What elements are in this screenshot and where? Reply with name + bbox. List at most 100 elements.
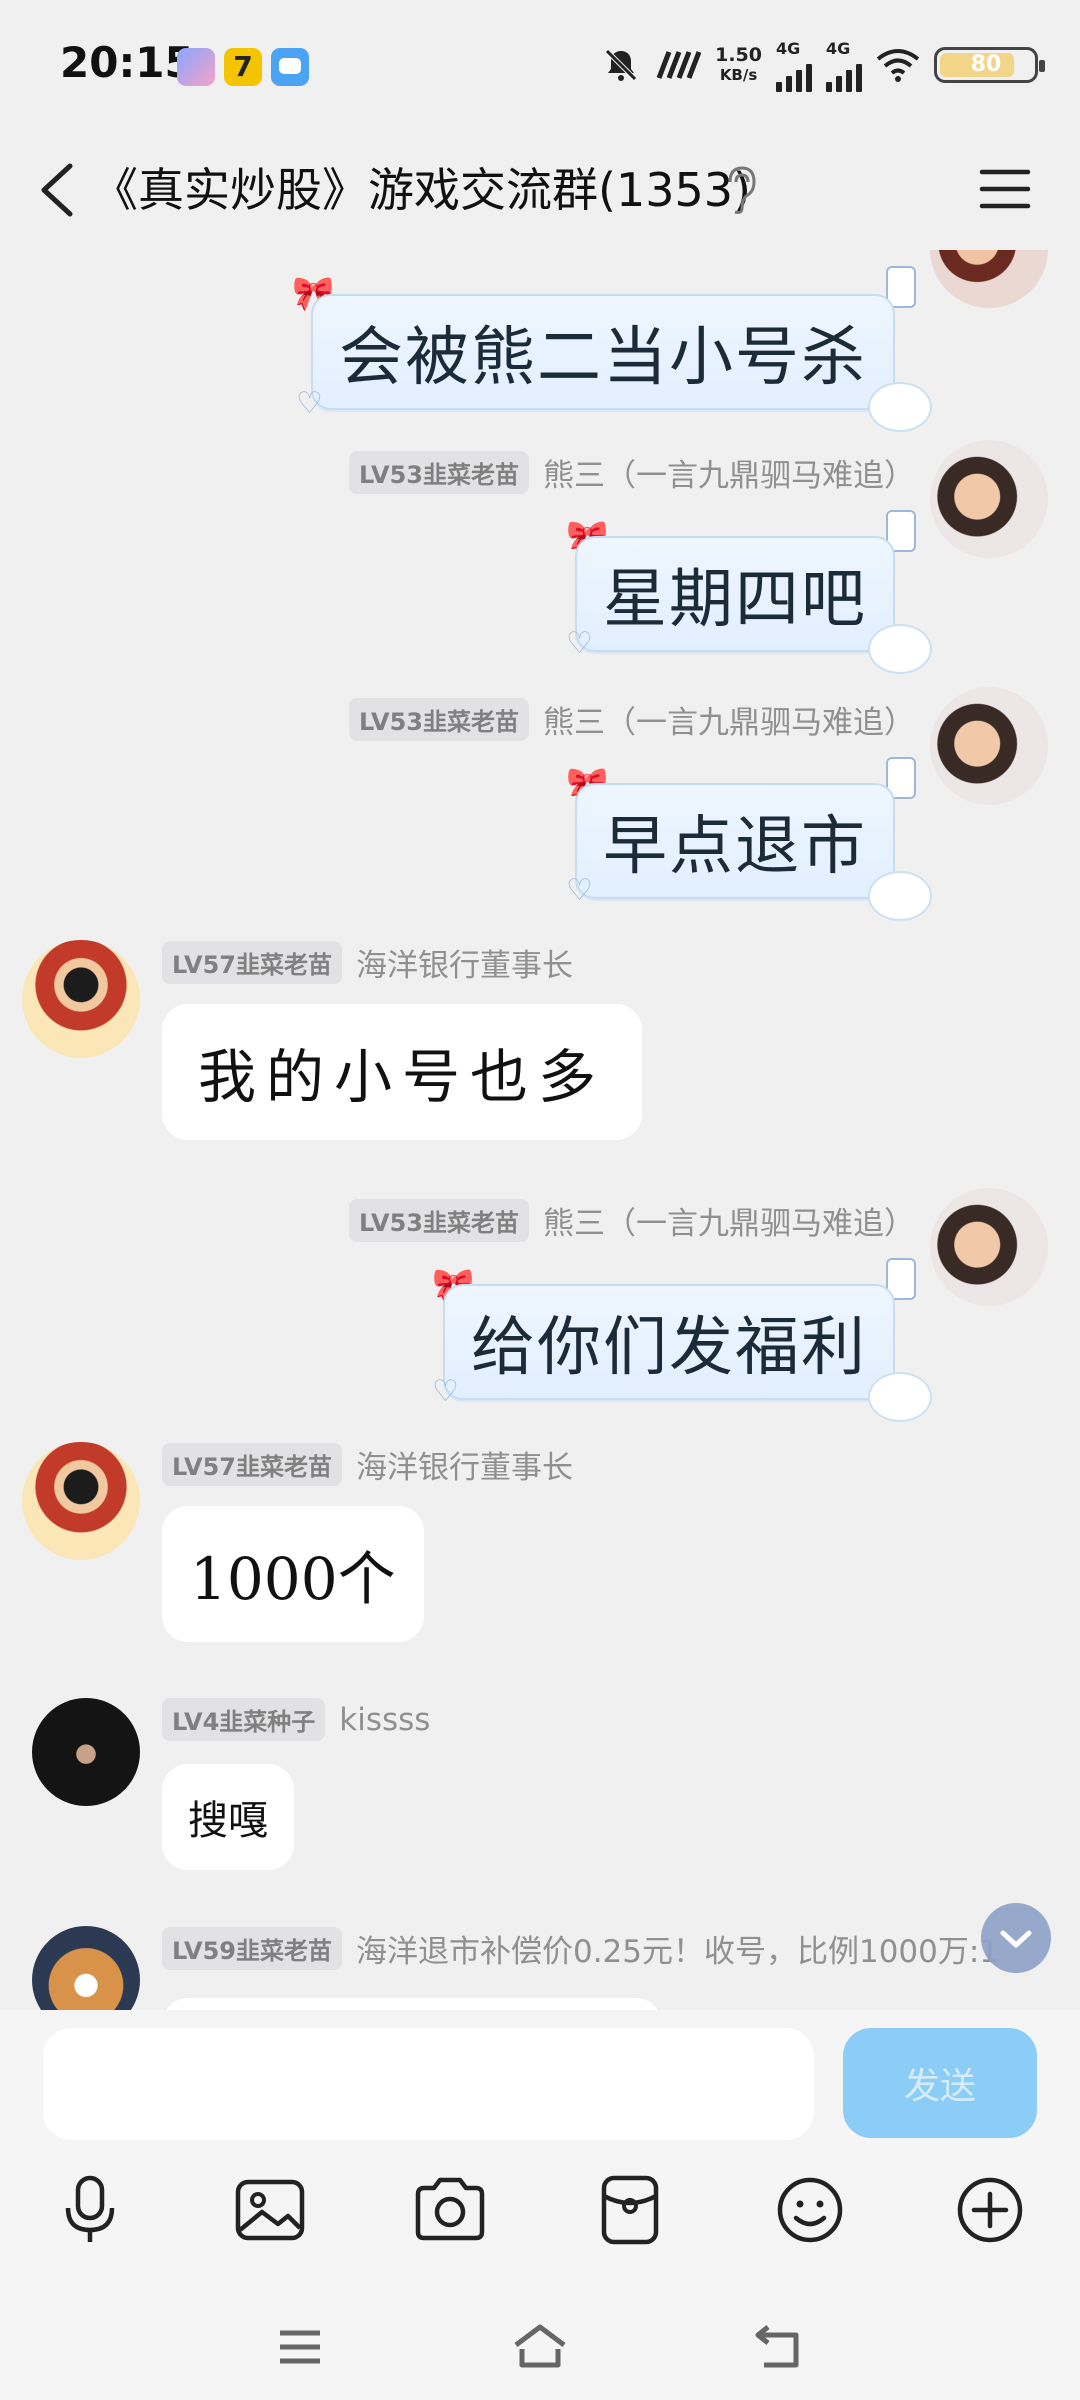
- menu-nav-button[interactable]: [268, 2315, 332, 2379]
- message-row: LV4韭菜种子 kissss 搜嘎: [0, 1698, 1080, 1898]
- level-badge: LV53韭菜老苗: [349, 1199, 529, 1242]
- level-badge: LV59韭菜老苗: [162, 1927, 342, 1970]
- level-badge: LV53韭菜老苗: [349, 451, 529, 494]
- plus-icon: [957, 2177, 1023, 2243]
- message-meta: LV4韭菜种子 kissss: [162, 1698, 430, 1741]
- app-icon-anime: [177, 48, 215, 86]
- sender-name[interactable]: 海洋退市补偿价0.25元！收号，比例1000万:1: [356, 1926, 999, 1971]
- net-speed-value: 1.50: [715, 44, 762, 66]
- image-button[interactable]: [230, 2170, 310, 2250]
- send-button[interactable]: 发送: [843, 2028, 1037, 2138]
- signal-2: 4G: [826, 39, 862, 92]
- message-meta: LV57韭菜老苗 海洋银行董事长: [162, 1442, 573, 1487]
- emoji-button[interactable]: [770, 2170, 850, 2250]
- message-meta: LV53韭菜老苗 熊三（一言九鼎驷马难追）: [349, 697, 915, 742]
- heart-decoration-icon: ♡: [296, 386, 323, 421]
- message-meta: LV53韭菜老苗 熊三（一言九鼎驷马难追）: [349, 1198, 915, 1243]
- scroll-to-bottom-button[interactable]: [981, 1903, 1051, 1973]
- sender-name[interactable]: 熊三（一言九鼎驷马难追）: [543, 1198, 915, 1243]
- avatar[interactable]: [930, 1188, 1048, 1306]
- avatar[interactable]: [930, 250, 1048, 308]
- sender-name[interactable]: 海洋银行董事长: [356, 940, 573, 985]
- image-icon: [235, 2179, 305, 2241]
- sender-name[interactable]: 海洋银行董事长: [356, 1442, 573, 1487]
- message-row: LV53韭菜老苗 熊三（一言九鼎驷马难追） 🎀 给你们发福利 ♡: [0, 1188, 1080, 1438]
- message-meta: LV53韭菜老苗 熊三（一言九鼎驷马难追）: [349, 450, 915, 495]
- level-badge: LV57韭菜老苗: [162, 941, 342, 984]
- app-icon-7: 7: [224, 48, 262, 86]
- level-badge: LV4韭菜种子: [162, 1698, 326, 1741]
- back-button[interactable]: [30, 152, 90, 228]
- message-meta: LV59韭菜老苗 海洋退市补偿价0.25元！收号，比例1000万:1: [162, 1926, 999, 1971]
- signal-2-label: 4G: [826, 38, 851, 58]
- menu-nav-icon: [280, 2330, 320, 2364]
- signal-bars-icon: [776, 58, 812, 92]
- status-bar: 20:15 7 1.50 KB/s 4G 4G 80: [0, 0, 1080, 130]
- sender-name[interactable]: kissss: [339, 1702, 430, 1738]
- cloud-decoration-icon: [868, 1372, 932, 1422]
- heart-decoration-icon: ♡: [566, 873, 593, 908]
- message-bubble[interactable]: 会被熊二当小号杀: [311, 294, 895, 410]
- red-packet-icon: [601, 2175, 659, 2245]
- net-speed-unit: KB/s: [719, 66, 758, 84]
- avatar[interactable]: [32, 1698, 140, 1806]
- wifi-icon: [876, 49, 920, 82]
- group-title[interactable]: 《真实炒股》游戏交流群(1353): [92, 154, 751, 220]
- mute-bell-icon: [605, 49, 637, 81]
- home-button[interactable]: [508, 2315, 572, 2379]
- message-input[interactable]: [43, 2028, 814, 2140]
- message-bubble[interactable]: 搜嘎: [162, 1764, 294, 1870]
- hd-icon: [656, 51, 702, 79]
- system-nav-bar: [0, 2295, 1080, 2400]
- chevron-down-icon: [1000, 1930, 1032, 1948]
- message-bubble[interactable]: 1000个: [162, 1506, 424, 1642]
- message-row: LV57韭菜老苗 海洋银行董事长 我的小号也多: [0, 940, 1080, 1150]
- message-row: 🎀 会被熊二当小号杀 ♡: [0, 250, 1080, 432]
- message-list[interactable]: 🎀 会被熊二当小号杀 ♡ LV53韭菜老苗 熊三（一言九鼎驷马难追） 🎀 星期四…: [0, 250, 1080, 2010]
- status-time: 20:15: [60, 38, 194, 87]
- avatar[interactable]: [930, 440, 1048, 558]
- camera-icon: [415, 2177, 485, 2241]
- avatar[interactable]: [32, 1926, 140, 2010]
- cloud-decoration-icon: [868, 624, 932, 674]
- message-bubble[interactable]: 我的小号也多: [162, 1004, 643, 1140]
- avatar[interactable]: [930, 687, 1048, 805]
- message-bubble[interactable]: 星期四吧: [575, 536, 895, 652]
- cloud-decoration-icon: [868, 382, 932, 432]
- message-meta: LV57韭菜老苗 海洋银行董事长: [162, 940, 573, 985]
- microphone-button[interactable]: [50, 2170, 130, 2250]
- microphone-icon: [65, 2175, 115, 2242]
- avatar[interactable]: [22, 940, 140, 1058]
- camera-button[interactable]: [410, 2170, 490, 2250]
- chat-header: 《真实炒股》游戏交流群(1353): [0, 130, 1080, 250]
- message-bubble[interactable]: [162, 1998, 662, 2010]
- avatar[interactable]: [22, 1442, 140, 1560]
- message-bubble[interactable]: 给你们发福利: [443, 1284, 895, 1400]
- message-row: LV57韭菜老苗 海洋银行董事长 1000个: [0, 1442, 1080, 1652]
- chevron-left-icon: [41, 163, 73, 217]
- sender-name[interactable]: 熊三（一言九鼎驷马难追）: [543, 697, 915, 742]
- message-row: LV53韭菜老苗 熊三（一言九鼎驷马难追） 🎀 早点退市 ♡: [0, 687, 1080, 937]
- emoji-icon: [777, 2177, 843, 2243]
- home-icon: [514, 2324, 566, 2368]
- battery-level: 80: [970, 52, 1002, 77]
- back-nav-button[interactable]: [748, 2315, 812, 2379]
- sender-name[interactable]: 熊三（一言九鼎驷马难追）: [543, 450, 915, 495]
- signal-bars-icon: [826, 58, 862, 92]
- menu-icon: [979, 169, 1031, 209]
- message-bubble[interactable]: 早点退市: [575, 783, 895, 899]
- message-row: LV53韭菜老苗 熊三（一言九鼎驷马难追） 🎀 星期四吧 ♡: [0, 440, 1080, 690]
- back-nav-icon: [755, 2325, 799, 2368]
- menu-button[interactable]: [972, 156, 1038, 222]
- level-badge: LV57韭菜老苗: [162, 1443, 342, 1486]
- net-speed: 1.50 KB/s: [715, 45, 762, 85]
- status-right: 1.50 KB/s 4G 4G 80: [601, 39, 1045, 92]
- cloud-decoration-icon: [868, 871, 932, 921]
- message-row: LV59韭菜老苗 海洋退市补偿价0.25元！收号，比例1000万:1: [0, 1926, 1080, 2010]
- heart-decoration-icon: ♡: [432, 1374, 459, 1409]
- app-icon-chat: [271, 48, 309, 86]
- heart-decoration-icon: ♡: [566, 626, 593, 661]
- plus-button[interactable]: [950, 2170, 1030, 2250]
- red-packet-button[interactable]: [590, 2170, 670, 2250]
- ear-icon[interactable]: [722, 164, 758, 216]
